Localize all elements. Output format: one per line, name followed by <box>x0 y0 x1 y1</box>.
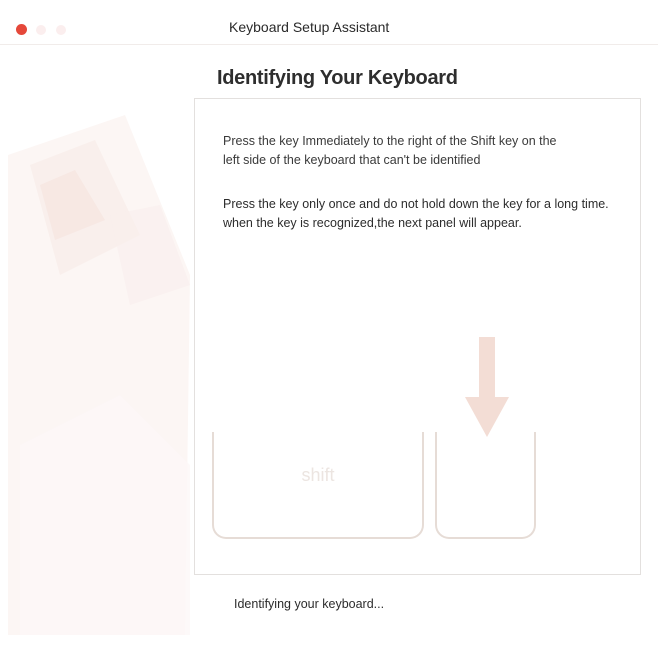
title-bar: Keyboard Setup Assistant <box>0 0 658 45</box>
page-title: Identifying Your Keyboard <box>217 67 458 89</box>
instruction-line: left side of the keyboard that can't be … <box>223 153 481 167</box>
keyboard-assistant-illustration-icon <box>8 115 190 635</box>
shift-key-illustration: shift <box>212 432 424 539</box>
target-key-illustration <box>435 432 536 539</box>
content-panel: Press the key Immediately to the right o… <box>194 98 641 575</box>
close-icon[interactable] <box>16 24 27 35</box>
instruction-primary: Press the key Immediately to the right o… <box>223 132 623 170</box>
window-title: Keyboard Setup Assistant <box>229 19 390 35</box>
sidebar-illustration <box>0 45 200 635</box>
instruction-line: when the key is recognized,the next pane… <box>223 216 522 230</box>
zoom-icon <box>56 25 66 35</box>
down-arrow-icon <box>465 337 509 437</box>
instruction-line: Press the key Immediately to the right o… <box>223 134 557 148</box>
minimize-icon <box>36 25 46 35</box>
instruction-secondary: Press the key only once and do not hold … <box>223 195 635 233</box>
instruction-line: Press the key only once and do not hold … <box>223 197 609 211</box>
shift-key-label: shift <box>301 465 335 485</box>
status-text: Identifying your keyboard... <box>234 597 385 611</box>
keyboard-setup-window: Keyboard Setup Assistant Identifying You… <box>0 0 658 648</box>
